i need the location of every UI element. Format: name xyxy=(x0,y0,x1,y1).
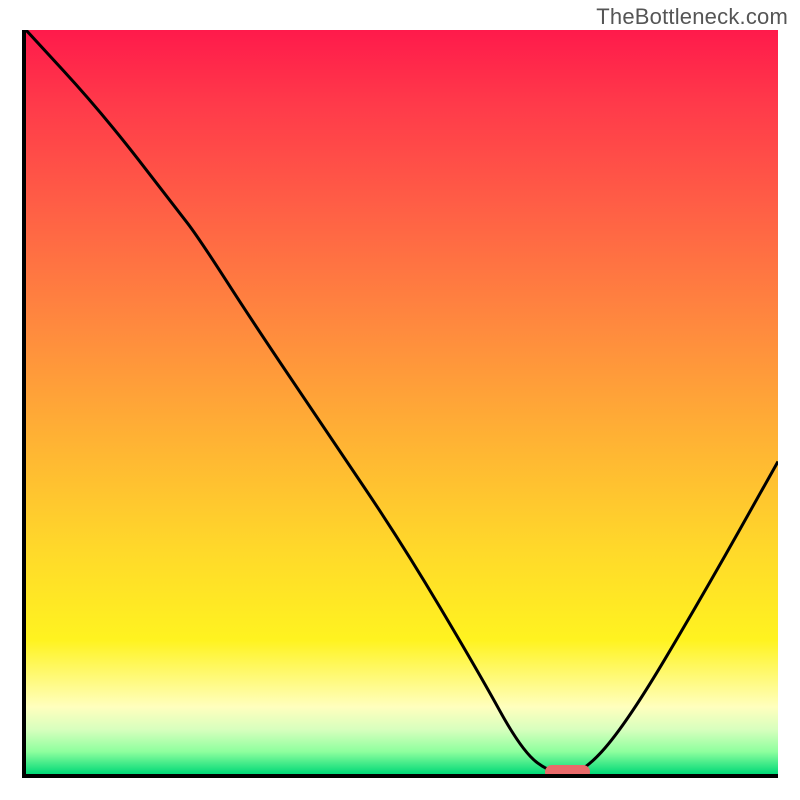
bottleneck-curve xyxy=(26,30,778,774)
curve-layer xyxy=(26,30,778,774)
watermark-label: TheBottleneck.com xyxy=(596,4,788,30)
chart-frame: TheBottleneck.com xyxy=(0,0,800,800)
plot-area xyxy=(22,30,778,778)
optimal-marker xyxy=(545,765,590,778)
